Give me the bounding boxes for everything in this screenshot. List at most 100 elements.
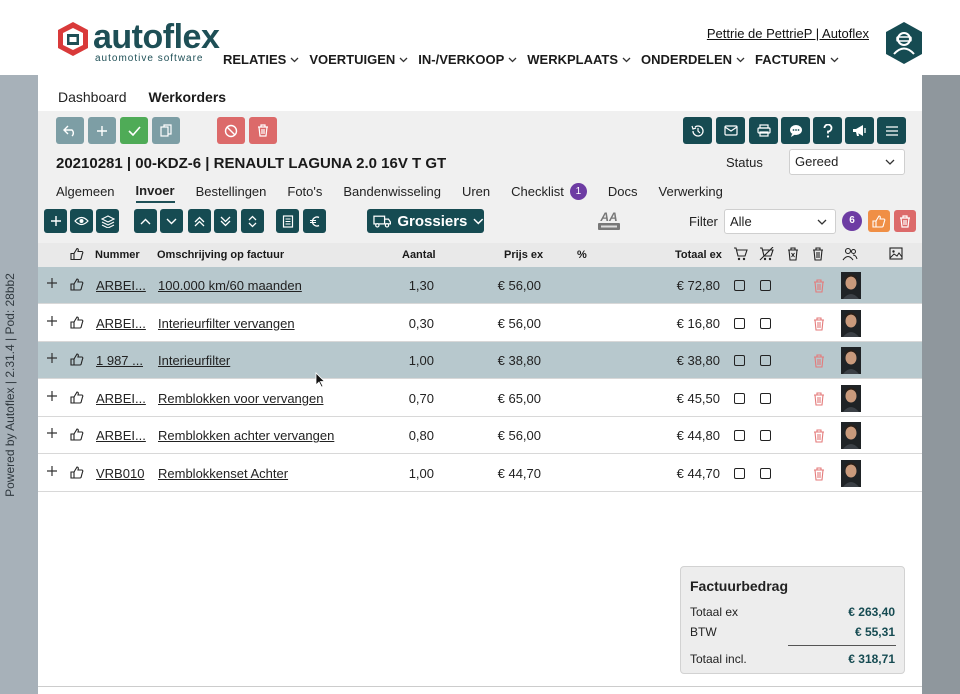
expand-plus-icon[interactable] bbox=[46, 427, 58, 439]
line-aantal[interactable]: 1,30 bbox=[409, 278, 434, 293]
mechanic-avatar[interactable] bbox=[841, 460, 861, 487]
line-omschrijving-link[interactable]: Remblokkenset Achter bbox=[158, 466, 288, 481]
line-nummer-link[interactable]: ARBEI... bbox=[96, 316, 146, 331]
subtab-uren[interactable]: Uren bbox=[462, 183, 490, 203]
count-badge[interactable]: 6 bbox=[842, 211, 862, 231]
order-checkbox[interactable] bbox=[734, 468, 745, 479]
col-prijs[interactable]: Prijs ex bbox=[504, 249, 543, 261]
user-account-link[interactable]: Pettrie de PettrieP | Autoflex bbox=[707, 26, 869, 41]
history-button[interactable] bbox=[683, 117, 712, 144]
layers-button[interactable] bbox=[96, 209, 119, 233]
col-percentage[interactable]: % bbox=[577, 249, 587, 261]
line-nummer-link[interactable]: VRB010 bbox=[96, 466, 144, 481]
subtab-invoer[interactable]: Invoer bbox=[135, 183, 175, 203]
table-row[interactable]: ARBEI... Interieurfilter vervangen 0,30 € 5… bbox=[38, 305, 922, 342]
trash-icon[interactable] bbox=[813, 392, 825, 406]
line-aantal[interactable]: 1,00 bbox=[409, 353, 434, 368]
chat-button[interactable] bbox=[781, 117, 810, 144]
euro-button[interactable] bbox=[303, 209, 326, 233]
grossiers-dropdown-button[interactable]: Grossiers bbox=[367, 209, 484, 233]
thumbs-up-icon[interactable] bbox=[70, 247, 84, 261]
line-prijs[interactable]: € 38,80 bbox=[498, 353, 541, 368]
line-omschrijving-link[interactable]: Remblokken voor vervangen bbox=[158, 391, 323, 406]
expand-plus-icon[interactable] bbox=[46, 465, 58, 477]
status-select[interactable]: Gereed bbox=[789, 149, 905, 175]
thumbs-up-icon[interactable] bbox=[70, 353, 84, 366]
expand-plus-icon[interactable] bbox=[46, 315, 58, 327]
subtab-bandenwisseling[interactable]: Bandenwisseling bbox=[343, 183, 441, 203]
move-down-button[interactable] bbox=[160, 209, 183, 233]
no-order-checkbox[interactable] bbox=[760, 392, 771, 404]
cancel-button[interactable] bbox=[217, 117, 245, 144]
trash-icon[interactable] bbox=[813, 354, 825, 368]
aa-team-logo-icon[interactable]: AA bbox=[596, 209, 622, 233]
email-button[interactable] bbox=[716, 117, 745, 144]
subtab-verwerking[interactable]: Verwerking bbox=[659, 183, 723, 203]
expand-plus-icon[interactable] bbox=[46, 352, 58, 364]
col-omschrijving[interactable]: Omschrijving op factuur bbox=[157, 249, 284, 261]
thumbs-up-icon[interactable] bbox=[70, 391, 84, 404]
thumbs-up-icon[interactable] bbox=[70, 466, 84, 479]
table-row[interactable]: ARBEI... 100.000 km/60 maanden 1,30 € 56,00… bbox=[38, 267, 922, 304]
trash-icon[interactable] bbox=[813, 467, 825, 481]
subtab-docs[interactable]: Docs bbox=[608, 183, 638, 203]
announce-button[interactable] bbox=[845, 117, 874, 144]
copy-button[interactable] bbox=[152, 117, 180, 144]
nav-voertuigen[interactable]: VOERTUIGEN bbox=[309, 52, 408, 67]
col-nummer[interactable]: Nummer bbox=[95, 249, 140, 261]
line-prijs[interactable]: € 65,00 bbox=[498, 391, 541, 406]
no-order-checkbox[interactable] bbox=[760, 280, 771, 291]
line-aantal[interactable]: 1,00 bbox=[409, 466, 434, 481]
no-order-checkbox[interactable] bbox=[760, 355, 771, 367]
table-row[interactable]: ARBEI... Remblokken voor vervangen 0,70 € 6… bbox=[38, 380, 922, 417]
line-nummer-link[interactable]: ARBEI... bbox=[96, 428, 146, 443]
nav-onderdelen[interactable]: ONDERDELEN bbox=[641, 52, 745, 67]
nav-in-verkoop[interactable]: IN-/VERKOOP bbox=[418, 52, 517, 67]
no-order-checkbox[interactable] bbox=[760, 317, 771, 329]
print-button[interactable] bbox=[749, 117, 778, 144]
user-avatar-icon[interactable] bbox=[884, 21, 924, 65]
mechanic-avatar[interactable] bbox=[841, 272, 861, 299]
move-up-button[interactable] bbox=[134, 209, 157, 233]
line-aantal[interactable]: 0,30 bbox=[409, 316, 434, 331]
line-prijs[interactable]: € 56,00 bbox=[498, 428, 541, 443]
filter-select[interactable]: Alle bbox=[724, 209, 836, 234]
line-nummer-link[interactable]: 1 987 ... bbox=[96, 353, 143, 368]
move-top-button[interactable] bbox=[188, 209, 211, 233]
nav-relaties[interactable]: RELATIES bbox=[223, 52, 299, 67]
expand-plus-icon[interactable] bbox=[46, 277, 58, 289]
table-row[interactable]: 1 987 ... Interieurfilter 1,00 € 38,80 € 38,… bbox=[38, 342, 922, 380]
menu-button[interactable] bbox=[877, 117, 906, 144]
autoflex-logo[interactable]: autoflex automotive software bbox=[55, 20, 220, 64]
mechanic-avatar[interactable] bbox=[841, 384, 861, 412]
add-line-button[interactable] bbox=[44, 209, 67, 233]
subtab-algemeen[interactable]: Algemeen bbox=[56, 183, 115, 203]
no-order-checkbox[interactable] bbox=[760, 468, 771, 479]
add-button[interactable] bbox=[88, 117, 116, 144]
thumbs-up-icon[interactable] bbox=[70, 278, 84, 291]
confirm-button[interactable] bbox=[120, 117, 148, 144]
thumbs-up-icon[interactable] bbox=[70, 428, 84, 441]
order-checkbox[interactable] bbox=[734, 317, 745, 329]
line-omschrijving-link[interactable]: Interieurfilter vervangen bbox=[158, 316, 295, 331]
document-button[interactable] bbox=[276, 209, 299, 233]
line-omschrijving-link[interactable]: 100.000 km/60 maanden bbox=[158, 278, 302, 293]
order-checkbox[interactable] bbox=[734, 392, 745, 404]
line-aantal[interactable]: 0,80 bbox=[409, 428, 434, 443]
subtab-fotos[interactable]: Foto's bbox=[287, 183, 322, 203]
mechanic-avatar[interactable] bbox=[841, 309, 861, 337]
sort-button[interactable] bbox=[241, 209, 264, 233]
col-aantal[interactable]: Aantal bbox=[402, 249, 436, 261]
mechanic-avatar[interactable] bbox=[841, 422, 861, 450]
subtab-checklist[interactable]: Checklist 1 bbox=[511, 183, 587, 203]
line-nummer-link[interactable]: ARBEI... bbox=[96, 278, 146, 293]
approve-button[interactable] bbox=[868, 210, 890, 232]
line-omschrijving-link[interactable]: Interieurfilter bbox=[158, 353, 230, 368]
delete-button[interactable] bbox=[249, 117, 277, 144]
line-nummer-link[interactable]: ARBEI... bbox=[96, 391, 146, 406]
back-button[interactable] bbox=[56, 117, 84, 144]
no-order-checkbox[interactable] bbox=[760, 430, 771, 442]
line-omschrijving-link[interactable]: Remblokken achter vervangen bbox=[158, 428, 334, 443]
subtab-bestellingen[interactable]: Bestellingen bbox=[196, 183, 267, 203]
thumbs-up-icon[interactable] bbox=[70, 316, 84, 329]
